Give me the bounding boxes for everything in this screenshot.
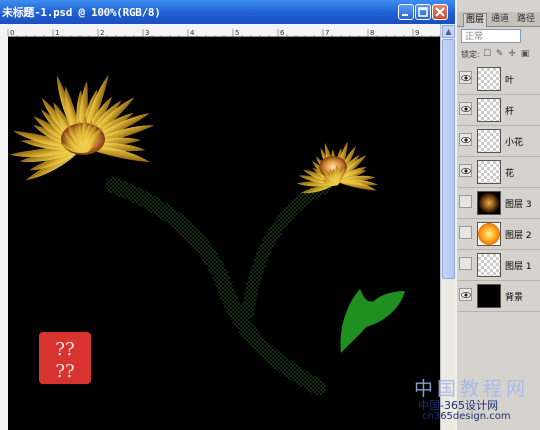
layer-name: 图层 3 <box>505 200 532 210</box>
svg-text:??: ?? <box>55 361 74 382</box>
layer-name: 背景 <box>505 293 524 303</box>
layer-list: 叶杆小花花图层 3 图层 2 图层 1 背景 <box>457 64 540 312</box>
layer-thumbnail <box>477 284 501 308</box>
close-icon <box>435 7 445 17</box>
tab-paths[interactable]: 路径 <box>515 13 537 26</box>
layer-name: 小花 <box>505 138 524 148</box>
document-titlebar[interactable]: 未标题-1.psd @ 100%(RGB/8) <box>0 0 455 24</box>
layer-name: 图层 1 <box>505 262 532 272</box>
eye-icon <box>461 292 471 298</box>
layer-row[interactable]: 图层 3 <box>457 188 540 219</box>
eye-icon <box>461 168 471 174</box>
document-title: 未标题-1.psd @ 100%(RGB/8) <box>2 6 161 19</box>
visibility-toggle[interactable] <box>459 164 472 177</box>
site-watermark: 中国教程网 中国-365设计网 cn365design.com <box>408 372 540 430</box>
blend-mode-select[interactable]: 正常 <box>461 29 521 43</box>
watermark-url: cn365design.com <box>422 411 511 422</box>
svg-text:6: 6 <box>280 29 285 37</box>
svg-text:9: 9 <box>415 29 419 37</box>
canvas[interactable]: ?? ?? <box>8 37 440 430</box>
layer-thumbnail <box>477 129 501 153</box>
svg-text:3: 3 <box>145 29 149 37</box>
eye-icon <box>461 75 471 81</box>
tab-channels[interactable]: 通道 <box>489 13 511 26</box>
leaf <box>340 289 405 353</box>
svg-text:1: 1 <box>55 29 59 37</box>
maximize-button[interactable] <box>415 4 431 20</box>
layer-row[interactable]: 背景 <box>457 281 540 312</box>
layer-name: 花 <box>505 169 515 179</box>
svg-text:??: ?? <box>55 339 74 360</box>
lock-label: 锁定: <box>461 50 480 59</box>
visibility-toggle[interactable] <box>459 257 472 270</box>
layer-thumbnail <box>477 67 501 91</box>
stem-branch <box>241 180 332 319</box>
eye-icon <box>461 106 471 112</box>
layer-row[interactable]: 图层 2 <box>457 219 540 250</box>
visibility-toggle[interactable] <box>459 102 472 115</box>
svg-text:5: 5 <box>235 29 239 37</box>
layer-name: 图层 2 <box>505 231 532 241</box>
layer-thumbnail <box>477 253 501 277</box>
document-window: 未标题-1.psd @ 100%(RGB/8) 01234567891011 <box>0 0 514 430</box>
svg-text:4: 4 <box>190 29 195 37</box>
visibility-toggle[interactable] <box>459 71 472 84</box>
visibility-toggle[interactable] <box>459 133 472 146</box>
visibility-toggle[interactable] <box>459 288 472 301</box>
layer-name: 叶 <box>505 76 515 86</box>
artwork: ?? ?? <box>9 74 405 395</box>
visibility-toggle[interactable] <box>459 226 472 239</box>
layer-thumbnail <box>477 98 501 122</box>
red-seal-stamp: ?? ?? <box>39 332 91 384</box>
layer-row[interactable]: 叶 <box>457 64 540 95</box>
layer-thumbnail <box>477 191 501 215</box>
layer-name: 杆 <box>505 107 515 117</box>
minimize-icon <box>402 14 408 16</box>
horizontal-ruler[interactable]: 01234567891011 <box>0 24 514 39</box>
layer-row[interactable]: 小花 <box>457 126 540 157</box>
tab-layers[interactable]: 图层 <box>463 13 488 27</box>
svg-text:7: 7 <box>325 29 329 37</box>
svg-text:8: 8 <box>370 29 374 37</box>
layer-thumbnail <box>477 222 501 246</box>
scroll-thumb[interactable] <box>442 39 455 279</box>
svg-text:0: 0 <box>10 29 14 37</box>
eye-icon <box>461 137 471 143</box>
lock-icons[interactable]: ☐ ✎ ✛ ▣ <box>483 49 530 59</box>
layer-row[interactable]: 图层 1 <box>457 250 540 281</box>
minimize-button[interactable] <box>398 4 414 20</box>
big-flower <box>9 74 154 181</box>
vertical-scrollbar[interactable]: ▲ <box>440 24 456 430</box>
maximize-icon <box>418 7 428 17</box>
visibility-toggle[interactable] <box>459 195 472 208</box>
layer-row[interactable]: 花 <box>457 157 540 188</box>
layers-panel: 图层 通道 路径 正常 锁定: ☐ ✎ ✛ ▣ 叶杆小花花图层 3 图层 2 图层 … <box>455 0 540 430</box>
layer-thumbnail <box>477 160 501 184</box>
panel-tabs: 图层 通道 路径 <box>457 12 540 27</box>
close-button[interactable] <box>432 4 448 20</box>
scroll-up-arrow[interactable]: ▲ <box>442 25 455 38</box>
layer-row[interactable]: 杆 <box>457 95 540 126</box>
svg-text:2: 2 <box>100 29 104 37</box>
